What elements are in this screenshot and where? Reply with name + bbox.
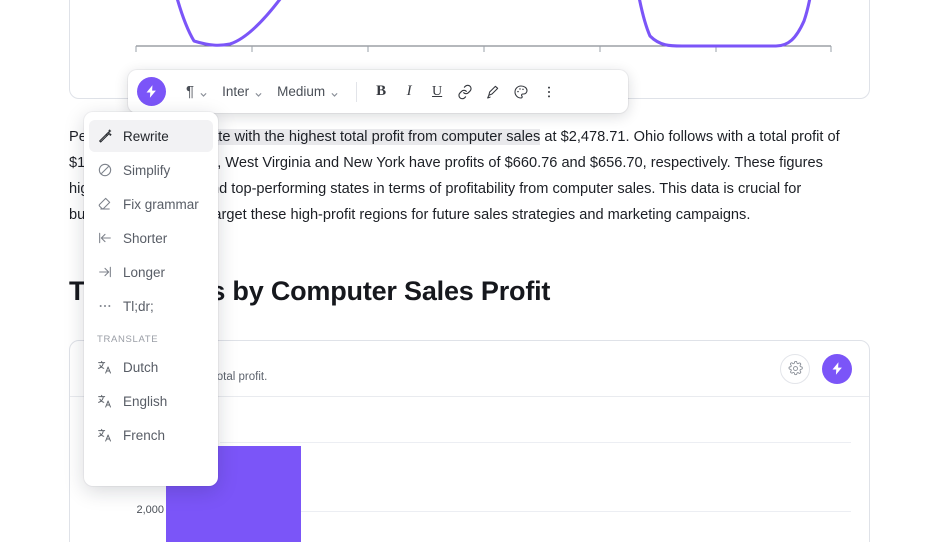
ai-menu-toggle-button[interactable] [137, 77, 166, 106]
menu-section-translate-label: TRANSLATE [97, 334, 159, 345]
menu-item-rewrite[interactable]: Rewrite [89, 120, 213, 152]
menu-item-label: Rewrite [123, 128, 169, 144]
menu-item-label: Dutch [123, 359, 159, 375]
menu-item-label: Longer [123, 264, 166, 280]
menu-item-english[interactable]: English [89, 385, 213, 417]
gear-icon[interactable] [780, 353, 810, 384]
font-size-label: Medium [277, 84, 326, 99]
color-palette-icon [514, 84, 528, 99]
gridline-top [220, 442, 851, 443]
menu-item-tldr[interactable]: Tl;dr; [89, 290, 213, 322]
menu-item-shorter[interactable]: Shorter [89, 222, 213, 254]
arrow-to-right-icon [97, 264, 113, 280]
arrow-to-left-icon [97, 230, 113, 246]
ai-assist-button[interactable] [822, 353, 852, 384]
menu-item-longer[interactable]: Longer [89, 256, 213, 288]
menu-item-label: English [123, 393, 168, 409]
menu-item-fix-grammar[interactable]: Fix grammar [89, 188, 213, 220]
translate-icon [97, 359, 113, 375]
highlighter-icon [487, 85, 499, 99]
pilcrow-icon: ¶ [186, 83, 195, 100]
lightning-bolt-icon [146, 85, 156, 98]
highlight-button[interactable] [479, 78, 507, 106]
menu-item-label: Tl;dr; [123, 298, 154, 314]
app-root: 0 January March May July September Novem… [0, 0, 945, 542]
eraser-icon [97, 196, 113, 212]
formatting-toolbar: ¶ Inter Medium B I U [128, 70, 628, 113]
font-size-dropdown[interactable]: Medium [270, 78, 346, 106]
bold-button[interactable]: B [367, 78, 395, 106]
menu-item-label: Simplify [123, 162, 171, 178]
chevron-down-icon [199, 87, 208, 97]
more-options-button[interactable] [535, 78, 563, 106]
ellipsis-icon [97, 298, 113, 314]
menu-item-label: French [123, 427, 166, 443]
text-color-button[interactable] [507, 78, 535, 106]
menu-item-label: Shorter [123, 230, 168, 246]
menu-item-french[interactable]: French [89, 419, 213, 451]
underline-button[interactable]: U [423, 78, 451, 106]
lightning-bolt-icon [832, 362, 842, 375]
more-vertical-icon [548, 86, 551, 97]
menu-item-label: Fix grammar [123, 196, 199, 212]
menu-item-simplify[interactable]: Simplify [89, 154, 213, 186]
magic-pen-icon [97, 128, 113, 144]
ai-actions-menu: Rewrite Simplify Fix grammar Shorter Lon… [84, 112, 218, 486]
font-family-dropdown[interactable]: Inter [215, 78, 270, 106]
translate-icon [97, 393, 113, 409]
gridline-2000 [220, 511, 851, 512]
paragraph-style-dropdown[interactable]: ¶ [179, 78, 215, 106]
translate-icon [97, 427, 113, 443]
font-family-label: Inter [222, 84, 250, 99]
link-button[interactable] [451, 78, 479, 106]
bar-chart-y-tick-2000: 2,000 [136, 504, 164, 516]
menu-item-dutch[interactable]: Dutch [89, 351, 213, 383]
circle-slash-icon [97, 162, 113, 178]
chevron-down-icon [330, 87, 339, 97]
italic-button[interactable]: I [395, 78, 423, 106]
link-icon [458, 84, 472, 99]
toolbar-divider [356, 81, 358, 102]
chevron-down-icon [254, 87, 263, 97]
